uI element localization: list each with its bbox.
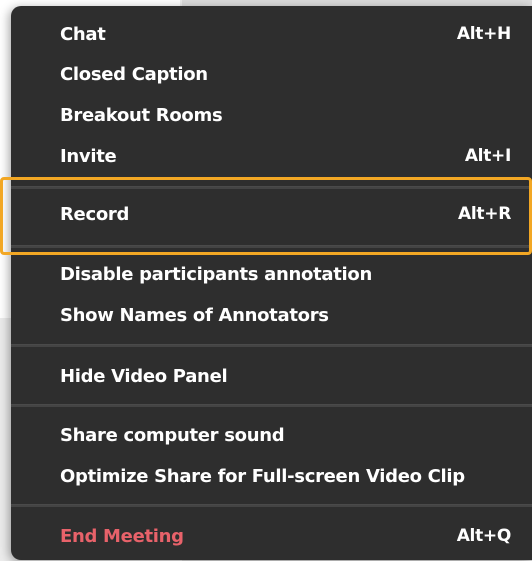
menu-item-shortcut: Alt+I	[464, 146, 511, 166]
menu-item-closed-caption[interactable]: Closed Caption	[11, 54, 532, 94]
menu-item-record[interactable]: Record Alt+R	[11, 194, 532, 234]
menu-item-label: Breakout Rooms	[60, 104, 223, 126]
menu-item-invite[interactable]: Invite Alt+I	[11, 136, 532, 176]
menu-divider	[11, 186, 532, 189]
menu-divider	[11, 344, 532, 347]
menu-item-shortcut: Alt+H	[456, 24, 511, 44]
menu-item-label: End Meeting	[60, 525, 184, 547]
menu-item-end-meeting[interactable]: End Meeting Alt+Q	[11, 516, 532, 556]
menu-item-label: Show Names of Annotators	[60, 304, 329, 326]
menu-item-share-computer-sound[interactable]: Share computer sound	[11, 415, 532, 455]
menu-divider	[11, 404, 532, 407]
menu-item-label: Record	[60, 203, 130, 225]
menu-item-label: Hide Video Panel	[60, 365, 228, 387]
menu-item-label: Invite	[60, 145, 117, 167]
menu-item-hide-video-panel[interactable]: Hide Video Panel	[11, 356, 532, 396]
menu-item-show-names-of-annotators[interactable]: Show Names of Annotators	[11, 295, 532, 335]
menu-item-label: Optimize Share for Full-screen Video Cli…	[60, 465, 465, 487]
more-options-menu: Chat Alt+H Closed Caption Breakout Rooms…	[11, 6, 532, 560]
menu-item-shortcut: Alt+Q	[456, 526, 512, 546]
menu-item-disable-participants-annotation[interactable]: Disable participants annotation	[11, 254, 532, 294]
menu-item-label: Disable participants annotation	[60, 263, 373, 285]
menu-divider	[11, 504, 532, 507]
menu-item-label: Closed Caption	[60, 63, 208, 85]
menu-item-label: Chat	[60, 23, 106, 45]
menu-item-chat[interactable]: Chat Alt+H	[11, 14, 532, 54]
menu-item-label: Share computer sound	[60, 424, 285, 446]
menu-divider	[11, 245, 532, 248]
menu-item-shortcut: Alt+R	[458, 204, 511, 224]
menu-item-optimize-share[interactable]: Optimize Share for Full-screen Video Cli…	[11, 456, 532, 496]
menu-item-breakout-rooms[interactable]: Breakout Rooms	[11, 95, 532, 135]
